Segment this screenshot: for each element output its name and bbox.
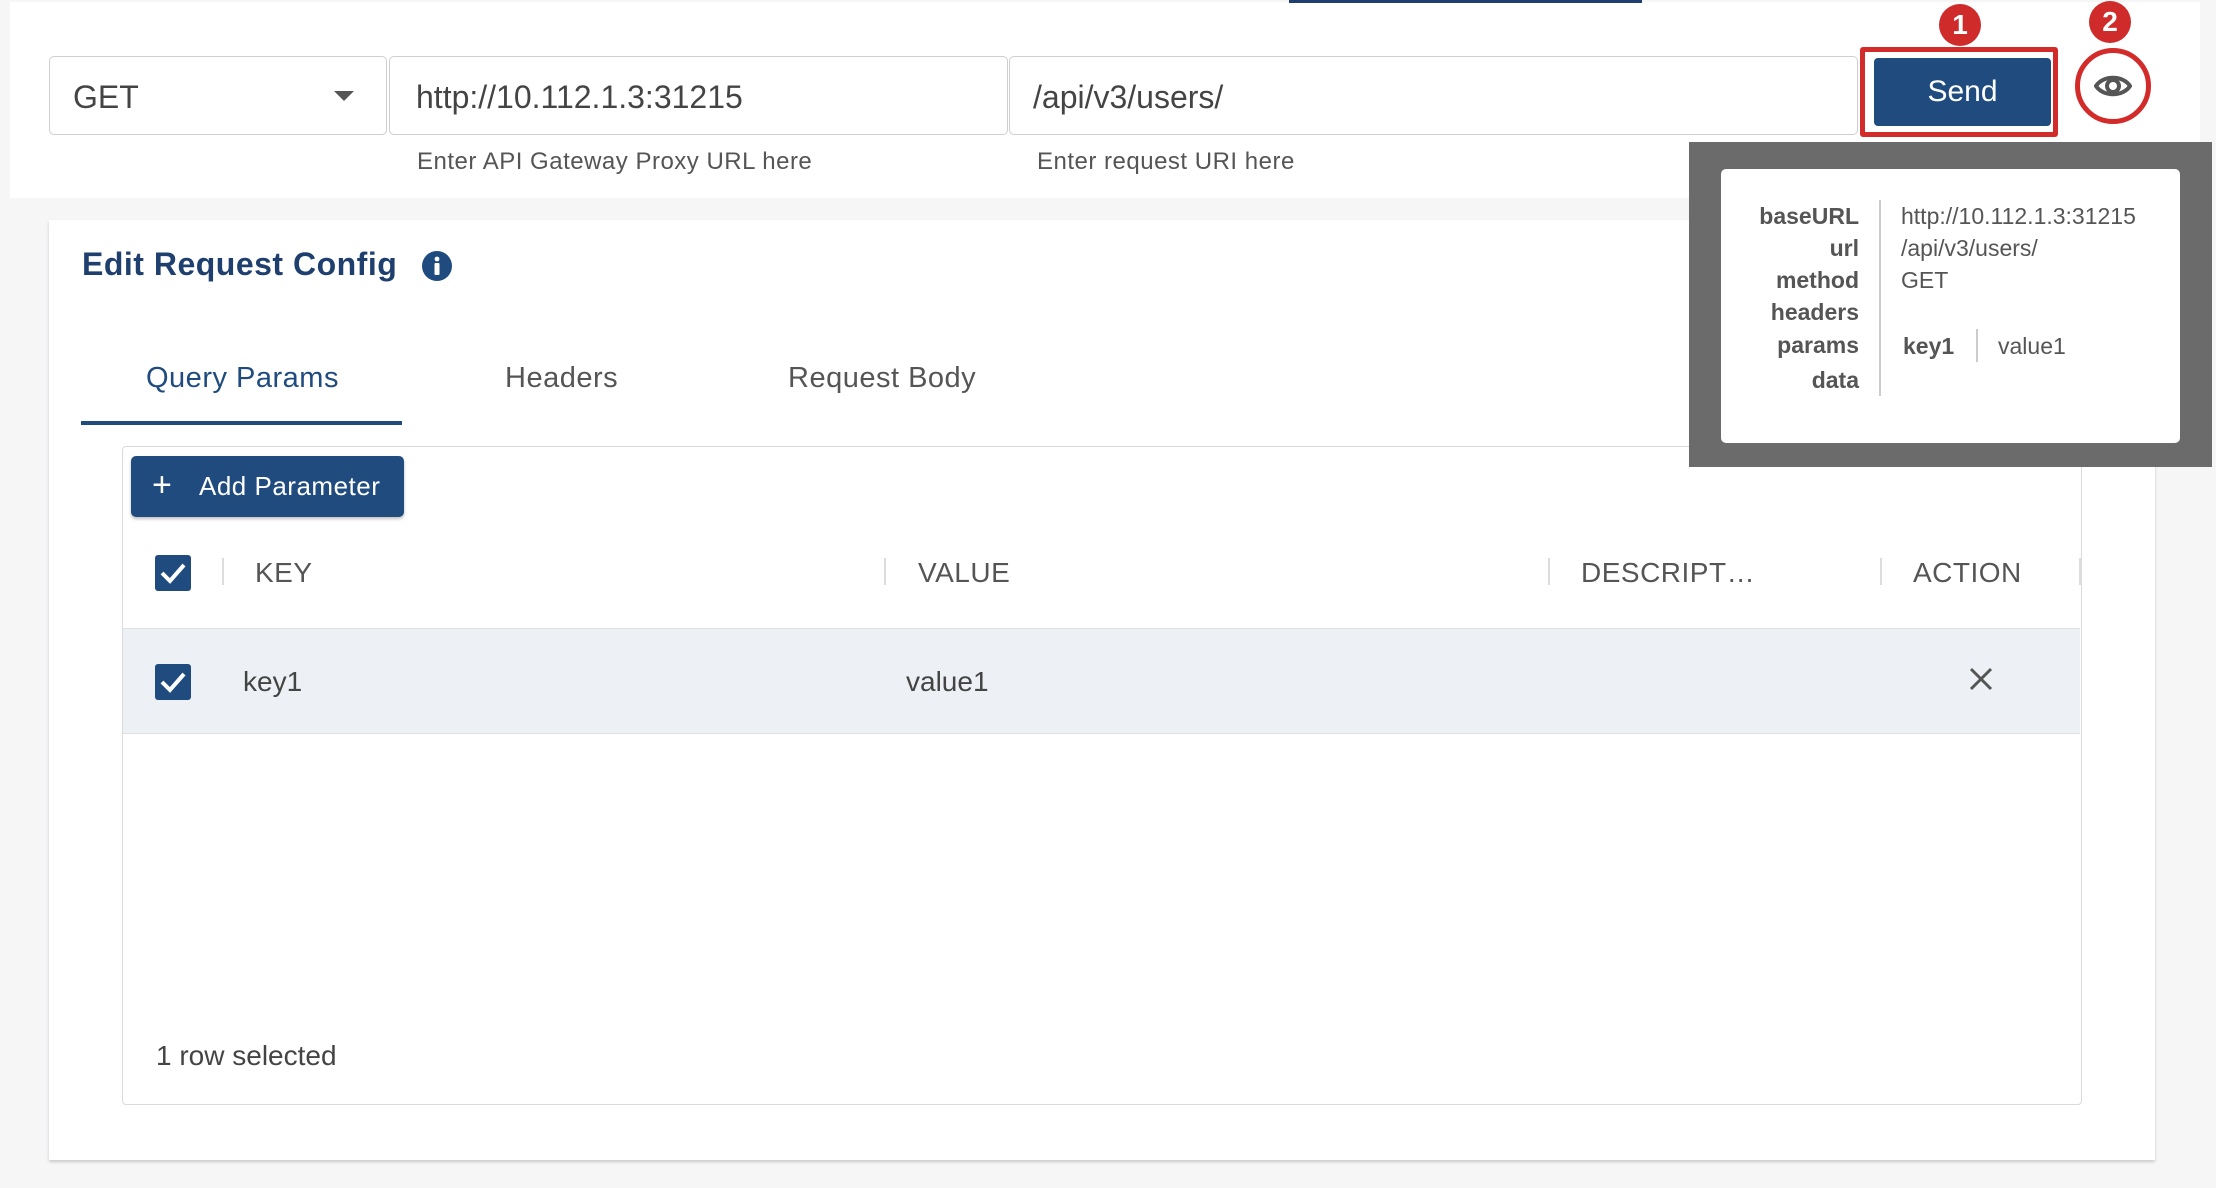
info-icon[interactable] <box>421 250 453 282</box>
preview-label-headers: headers <box>1770 299 1859 325</box>
column-header-value[interactable]: VALUE <box>918 557 1010 589</box>
tab-request-body[interactable]: Request Body <box>788 362 976 395</box>
method-value: GET <box>73 79 139 115</box>
check-icon <box>160 563 186 584</box>
column-separator[interactable] <box>1880 558 1882 585</box>
method-select[interactable]: GET <box>49 56 387 135</box>
tab-query-params[interactable]: Query Params <box>146 362 339 395</box>
plus-icon: + <box>152 466 172 504</box>
active-tab-indicator <box>81 421 402 425</box>
eye-icon <box>2094 75 2132 97</box>
preview-label-params: params <box>1777 332 1859 358</box>
column-header-key[interactable]: KEY <box>255 557 313 589</box>
preview-label-url: url <box>1829 235 1859 261</box>
preview-label-data: data <box>1811 367 1859 393</box>
preview-label-baseurl: baseURL <box>1759 203 1859 229</box>
preview-param-divider <box>1976 329 1978 362</box>
preview-baseurl-value: http://10.112.1.3:31215 <box>1901 203 2136 229</box>
annotation-badge-2: 2 <box>2089 1 2131 43</box>
column-header-description[interactable]: DESCRIPT… <box>1581 557 1755 589</box>
send-button[interactable]: Send <box>1874 58 2051 126</box>
preview-param-value: value1 <box>1998 333 2066 359</box>
preview-param-key: key1 <box>1903 333 1955 359</box>
select-all-checkbox[interactable] <box>155 555 191 591</box>
section-title: Edit Request Config <box>82 246 398 282</box>
table-row[interactable] <box>123 628 2080 734</box>
row-key-cell[interactable]: key1 <box>243 666 302 698</box>
preview-labels: baseURL url method headers params data <box>1721 0 1859 420</box>
column-header-action: ACTION <box>1913 557 2022 588</box>
chevron-down-icon <box>334 91 354 101</box>
base-url-helper: Enter API Gateway Proxy URL here <box>417 148 813 175</box>
close-icon[interactable] <box>1968 666 1994 692</box>
tab-headers[interactable]: Headers <box>505 362 618 395</box>
column-separator[interactable] <box>222 558 224 585</box>
annotation-badge-1: 1 <box>1939 4 1981 46</box>
preview-url-value: /api/v3/users/ <box>1901 235 2038 261</box>
preview-label-method: method <box>1775 267 1859 293</box>
selection-status: 1 row selected <box>156 1040 337 1071</box>
column-separator[interactable] <box>884 558 886 585</box>
row-value-cell[interactable]: value1 <box>906 666 989 698</box>
preview-toggle-button[interactable] <box>2075 48 2151 124</box>
params-table <box>122 446 2082 1105</box>
top-accent-bar <box>1289 0 1642 3</box>
check-icon <box>160 672 186 693</box>
preview-divider <box>1879 200 1881 396</box>
column-separator <box>2079 558 2081 585</box>
column-separator[interactable] <box>1548 558 1550 585</box>
add-parameter-button[interactable]: + Add Parameter <box>131 456 404 517</box>
add-parameter-label: Add Parameter <box>199 471 381 501</box>
preview-method-value: GET <box>1901 267 1949 293</box>
base-url-input[interactable]: http://10.112.1.3:31215 <box>389 56 1008 135</box>
row-checkbox[interactable] <box>155 664 191 700</box>
uri-helper: Enter request URI here <box>1037 148 1295 175</box>
